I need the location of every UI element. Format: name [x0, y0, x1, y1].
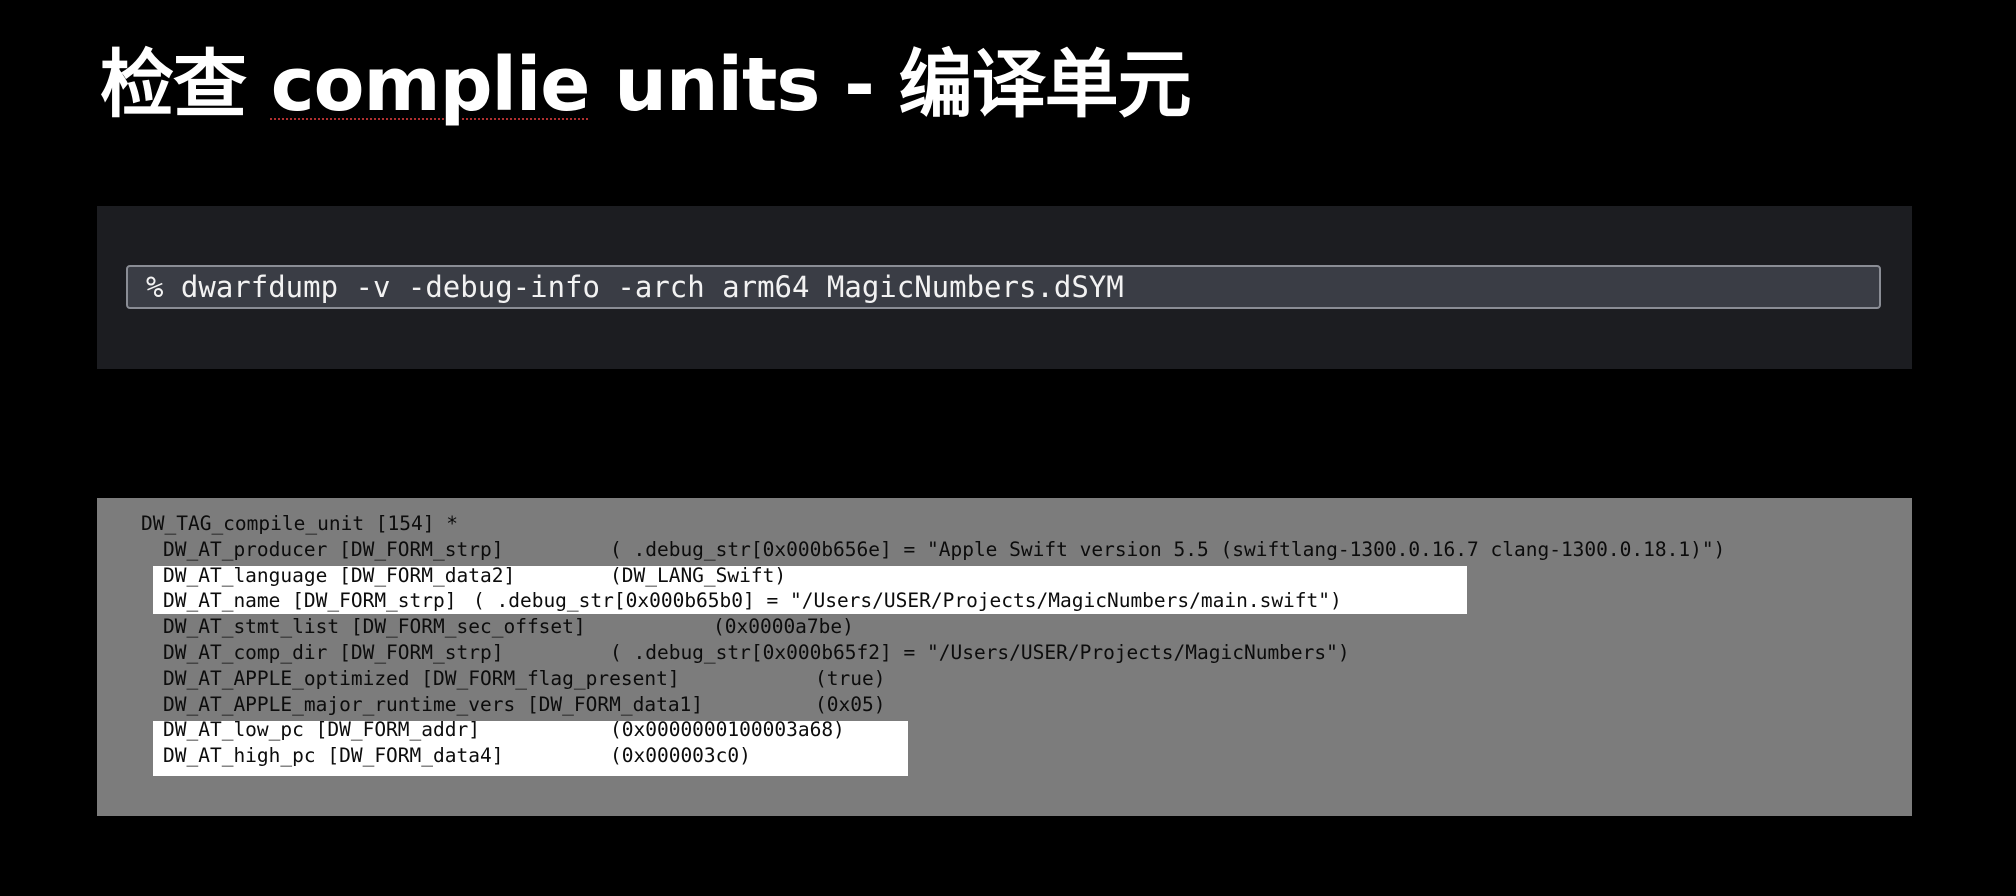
attr-name: DW_AT_name [DW_FORM_strp]: [163, 589, 457, 613]
output-line-name: DW_AT_name [DW_FORM_strp] ( .debug_str[0x…: [141, 588, 1342, 614]
output-lines: DW_TAG_compile_unit [154] * DW_AT_produc…: [141, 511, 1725, 769]
attr-value: (0x000003c0): [610, 744, 751, 768]
title-suffix: units - 编译单元: [589, 42, 1191, 128]
attr-name: DW_AT_high_pc [DW_FORM_data4]: [163, 744, 504, 768]
attr-value: ( .debug_str[0x000b65f2] = "/Users/USER/…: [610, 640, 1350, 664]
title-spellcheck-word: complie: [270, 42, 591, 128]
attr-name: DW_AT_stmt_list [DW_FORM_sec_offset]: [163, 615, 586, 639]
output-line-runtime-vers: DW_AT_APPLE_major_runtime_vers [DW_FORM_…: [141, 692, 885, 718]
command-line-field[interactable]: % dwarfdump -v -debug-info -arch arm64 M…: [126, 265, 1881, 309]
attr-value: ( .debug_str[0x000b65b0] = "/Users/USER/…: [473, 589, 1342, 613]
output-line-apple-optimized: DW_AT_APPLE_optimized [DW_FORM_flag_pres…: [141, 666, 885, 692]
attr-name: DW_AT_producer [DW_FORM_strp]: [163, 537, 504, 561]
attr-value: (0x05): [815, 692, 886, 716]
terminal-command-panel: % dwarfdump -v -debug-info -arch arm64 M…: [97, 206, 1912, 369]
attr-name: DW_AT_APPLE_major_runtime_vers [DW_FORM_…: [163, 692, 704, 716]
compile-unit-tag: DW_TAG_compile_unit [154] *: [141, 512, 458, 535]
attr-value: (DW_LANG_Swift): [610, 563, 787, 587]
attr-name: DW_AT_low_pc [DW_FORM_addr]: [163, 718, 480, 742]
slide-title: 检查 complie units - 编译单元: [100, 30, 1192, 140]
attr-value: (0x0000000100003a68): [610, 718, 845, 742]
output-header-line: DW_TAG_compile_unit [154] *: [141, 511, 703, 537]
attr-name: DW_AT_language [DW_FORM_data2]: [163, 563, 516, 587]
attr-value: ( .debug_str[0x000b656e] = "Apple Swift …: [610, 537, 1726, 561]
output-line-low-pc: DW_AT_low_pc [DW_FORM_addr] (0x0000000100…: [141, 717, 845, 743]
output-line-stmt-list: DW_AT_stmt_list [DW_FORM_sec_offset] (0x0…: [141, 614, 854, 640]
output-line-language: DW_AT_language [DW_FORM_data2] (DW_LANG_S…: [141, 563, 786, 589]
attr-name: DW_AT_APPLE_optimized [DW_FORM_flag_pres…: [163, 666, 680, 690]
output-line-high-pc: DW_AT_high_pc [DW_FORM_data4] (0x000003c0…: [141, 743, 751, 769]
attr-name: DW_AT_comp_dir [DW_FORM_strp]: [163, 640, 504, 664]
command-text: % dwarfdump -v -debug-info -arch arm64 M…: [146, 270, 1124, 304]
output-line-comp-dir: DW_AT_comp_dir [DW_FORM_strp] ( .debug_st…: [141, 640, 1350, 666]
title-prefix: 检查: [100, 42, 271, 128]
dwarfdump-output-panel: DW_TAG_compile_unit [154] * DW_AT_produc…: [97, 498, 1912, 816]
attr-value: (0x0000a7be): [713, 615, 854, 639]
output-line-producer: DW_AT_producer [DW_FORM_strp] ( .debug_st…: [141, 537, 1725, 563]
attr-value: (true): [815, 666, 886, 690]
